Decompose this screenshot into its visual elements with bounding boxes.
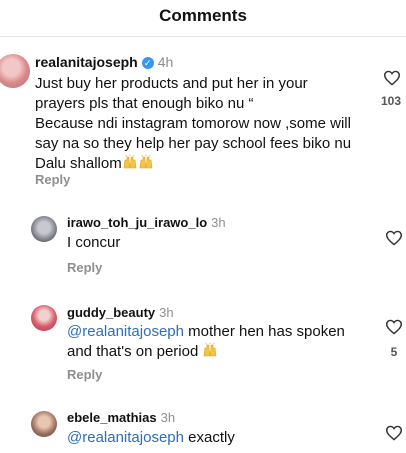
heart-icon[interactable] [385, 425, 403, 441]
comment-time: 3h [211, 215, 226, 230]
comment-line: Just buy her products and put her in you… [35, 75, 308, 92]
comment-line: @realanitajoseph mother hen has spoken [67, 322, 345, 342]
raising-hands-emoji [123, 154, 137, 169]
comment-item: realanitajoseph ✓ 4h Just buy her products… [0, 50, 406, 200]
comment-text: @realanitajoseph mother hen has spoken a… [67, 322, 345, 362]
comment-line: say na so they help her pay school fees … [35, 135, 352, 152]
username-label[interactable]: guddy_beauty [67, 305, 155, 320]
heart-icon[interactable] [383, 70, 401, 86]
comment-username[interactable]: ebele_mathias 3h [67, 410, 175, 425]
comment-item: guddy_beauty 3h @realanitajoseph mother h… [0, 300, 406, 390]
like-count: 5 [390, 345, 398, 359]
comment-line: Because ndi instagram tomorow now ,some … [35, 115, 351, 132]
reply-button[interactable]: Reply [67, 367, 102, 382]
comment-username[interactable]: realanitajoseph ✓ 4h [35, 54, 173, 70]
avatar[interactable] [31, 411, 57, 437]
comment-username[interactable]: irawo_toh_ju_irawo_lo 3h [67, 215, 226, 230]
reply-button[interactable]: Reply [35, 172, 70, 187]
comment-line: prayers pls that enough biko nu “ [35, 95, 254, 112]
comment-text: Just buy her products and put her in you… [35, 74, 351, 174]
comment-time: 3h [160, 410, 176, 425]
mention-link[interactable]: @realanitajoseph [67, 429, 184, 446]
username-label[interactable]: realanitajoseph [35, 54, 138, 70]
avatar[interactable] [0, 54, 30, 88]
comment-line: Dalu shallom [35, 154, 351, 174]
comment-time: 4h [157, 54, 174, 70]
raising-hands-emoji [139, 154, 153, 169]
raising-hands-emoji [204, 342, 217, 357]
comment-line-text: and that's on period [67, 343, 199, 360]
comment-line-text: exactly [183, 429, 235, 446]
comment-item: ebele_mathias 3h @realanitajoseph exactly [0, 405, 406, 453]
username-label[interactable]: ebele_mathias [67, 410, 157, 425]
comment-item: irawo_toh_ju_irawo_lo 3h I concur Reply [0, 210, 406, 290]
heart-icon[interactable] [385, 230, 403, 246]
comment-line-text: Dalu shallom [35, 155, 122, 172]
verified-badge-icon: ✓ [141, 57, 154, 69]
mention-link[interactable]: @realanitajoseph [67, 323, 184, 340]
comment-text: @realanitajoseph exactly [67, 428, 235, 448]
comment-text: I concur [67, 234, 121, 251]
comment-line-text: mother hen has spoken [183, 323, 345, 340]
like-count: 103 [380, 94, 402, 108]
comments-header: Comments [0, 0, 406, 37]
avatar[interactable] [31, 216, 57, 242]
heart-icon[interactable] [385, 319, 403, 335]
page-title: Comments [159, 6, 247, 25]
comment-username[interactable]: guddy_beauty 3h [67, 305, 174, 320]
reply-button[interactable]: Reply [67, 260, 102, 275]
comment-time: 3h [159, 305, 174, 320]
username-label[interactable]: irawo_toh_ju_irawo_lo [67, 215, 207, 230]
avatar[interactable] [31, 305, 57, 331]
comment-line: and that's on period [67, 342, 345, 362]
